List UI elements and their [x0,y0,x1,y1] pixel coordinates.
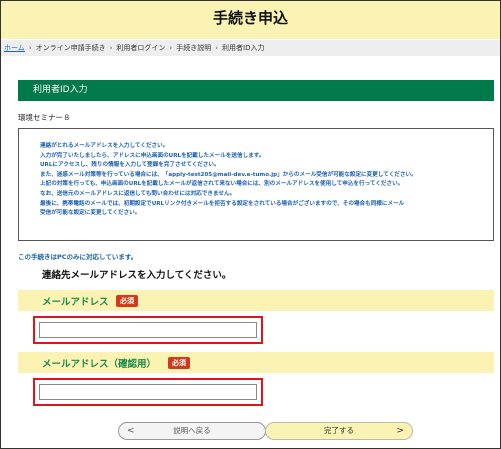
breadcrumb-separator: › [215,44,219,52]
breadcrumb-item: オンライン申請手続き [35,44,106,52]
breadcrumb-separator: › [169,44,173,52]
complete-button-label: 完了する [324,426,354,435]
page-header: 手続き申込 [1,1,500,39]
section-title: 利用者ID入力 [33,85,88,95]
page-title: 手続き申込 [212,9,288,27]
breadcrumb-current: 利用者ID入力 [222,44,265,52]
email-confirm-label: メールアドレス（確認用） [42,359,157,370]
notice-line: 受信が可能な設定に変更してください。 [40,210,141,217]
notice-line: 上記の対策を行っても、申込画面のURLを記載したメールが返信されて来ない場合には… [40,181,404,188]
notice-line: URLにアクセスし、残りの情報を入力して登録を完了させてください。 [40,162,220,169]
notice-line: 連絡がとれるメールアドレスを入力してください。 [40,143,169,149]
email-confirm-field[interactable] [39,384,257,400]
email-field-highlight [33,316,263,344]
required-badge: 必須 [116,295,138,307]
email-confirm-label-bar: メールアドレス（確認用） 必須 [18,352,494,373]
notice-line: また、迷惑メール対策等を行っている場合には、「apply-test205@mai… [40,171,417,178]
chevron-right-icon: > [396,426,404,436]
chevron-left-icon: < [127,426,135,436]
breadcrumb-item: 利用者ログイン [116,44,166,52]
breadcrumb: ホーム › オンライン申請手続き › 利用者ログイン › 手続き説明 › 利用者ID入力 [1,40,500,56]
notice-line: 最後に、携帯電話のメールでは、初期設定でURLリンク付きメールを拒否する設定をさ… [40,200,405,207]
email-confirm-field-highlight [33,378,263,406]
email-field[interactable] [39,322,257,338]
email-label-bar: メールアドレス 必須 [18,290,494,311]
instruction-heading: 連絡先メールアドレスを入力してください。 [42,270,232,281]
breadcrumb-separator: › [28,44,32,52]
pc-only-note: この手続きはPCのみに対応しています。 [18,253,138,261]
back-button[interactable]: < 説明へ戻る [118,422,266,440]
notice-line: なお、送信元のメールアドレスに返信しても問い合わせには対応できません。 [40,190,236,197]
program-name: 環境セミナー８ [18,113,71,122]
section-title-bar: 利用者ID入力 [18,80,494,101]
notice-line: 入力が完了いたしましたら、アドレスに申込画面のURLを記載したメールを送信します… [40,152,265,159]
back-button-label: 説明へ戻る [173,426,211,435]
breadcrumb-separator: › [109,44,113,52]
breadcrumb-home-link[interactable]: ホーム [4,44,25,52]
required-badge: 必須 [168,357,190,369]
email-label: メールアドレス [42,297,109,308]
notice-box: 連絡がとれるメールアドレスを入力してください。 入力が完了いたしましたら、アドレ… [18,128,494,241]
complete-button[interactable]: 完了する > [265,422,413,440]
breadcrumb-item: 手続き説明 [176,44,212,52]
